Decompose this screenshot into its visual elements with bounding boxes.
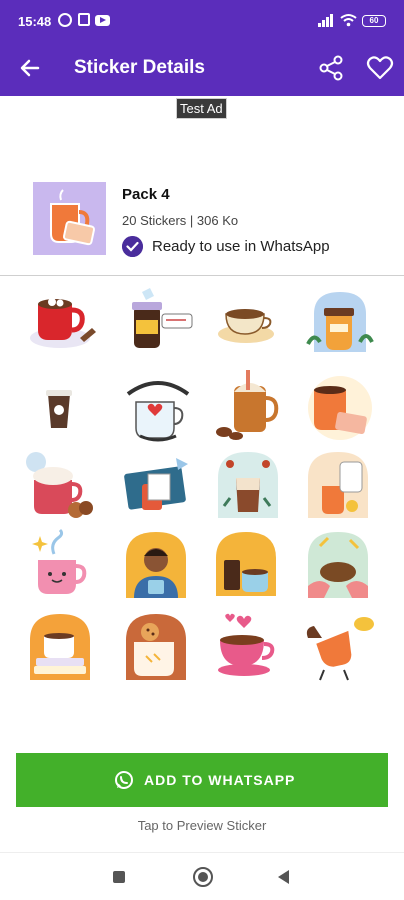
test-ad-label: Test Ad	[176, 98, 227, 119]
ad-banner[interactable]: Test Ad	[0, 96, 404, 160]
sticker-coffee-jar-icon[interactable]	[120, 284, 200, 360]
status-time: 15:48	[18, 14, 52, 29]
add-to-whatsapp-button[interactable]: ADD TO WHATSAPP	[16, 753, 388, 807]
sticker-hands-cup-icon[interactable]	[300, 526, 380, 602]
signal-icon	[318, 14, 334, 27]
check-circle-icon	[122, 236, 143, 257]
pack-meta: 20 Stickers | 306 Ko	[122, 213, 239, 228]
pack-info: Pack 4 20 Stickers | 306 Ko Ready to use…	[0, 170, 404, 276]
pack-title: Pack 4	[122, 186, 170, 203]
sticker-pink-cup-hearts-icon[interactable]	[206, 608, 286, 684]
sticker-small-cup-icon[interactable]	[20, 370, 100, 446]
sticker-red-mug-icon[interactable]	[22, 286, 102, 362]
system-nav-bar	[0, 852, 404, 900]
pack-tray-icon	[33, 182, 106, 255]
sticker-coffee-better-icon[interactable]	[118, 370, 198, 446]
sticker-orange-mug-icon[interactable]	[300, 368, 380, 444]
sticker-latte-glass-icon[interactable]	[210, 446, 290, 522]
sticker-girl-cup-icon[interactable]	[118, 526, 198, 602]
status-bar: 15:48 60	[0, 0, 404, 40]
alarm-icon	[58, 13, 72, 27]
sticker-smiling-cup-icon[interactable]	[24, 528, 104, 604]
whatsapp-icon	[115, 771, 133, 789]
preview-hint: Tap to Preview Sticker	[137, 818, 267, 833]
recents-icon[interactable]	[113, 871, 125, 883]
sticker-iced-coffee-icon[interactable]	[208, 368, 288, 444]
youtube-icon	[95, 15, 110, 26]
add-button-label: ADD TO WHATSAPP	[144, 772, 296, 788]
sticker-cup-flowers-icon[interactable]	[300, 284, 380, 360]
sticker-grid	[0, 278, 404, 681]
battery-icon: 60	[362, 15, 386, 27]
sticker-coffee-press-icon[interactable]	[208, 526, 288, 602]
sticker-flying-cup-icon[interactable]	[300, 608, 380, 684]
sticker-cup-books-icon[interactable]	[22, 608, 102, 684]
home-icon[interactable]	[193, 867, 213, 887]
heart-outline-icon[interactable]	[364, 52, 396, 84]
wifi-icon	[340, 14, 357, 27]
sticker-cup-kettle-icon[interactable]	[300, 446, 380, 522]
page-title: Sticker Details	[74, 57, 205, 78]
sticker-cup-cookie-icon[interactable]	[118, 608, 198, 684]
app-bar: Sticker Details	[0, 40, 404, 96]
sticker-cup-saucer-icon[interactable]	[206, 286, 286, 362]
ready-text: Ready to use in WhatsApp	[152, 238, 330, 255]
share-icon[interactable]	[316, 52, 346, 84]
sticker-laptop-coffee-icon[interactable]	[116, 448, 196, 524]
sticker-cocoa-cookies-icon[interactable]	[20, 448, 100, 524]
back-triangle-icon[interactable]	[278, 870, 289, 884]
message-icon	[78, 13, 90, 26]
back-arrow-icon[interactable]	[14, 52, 46, 84]
